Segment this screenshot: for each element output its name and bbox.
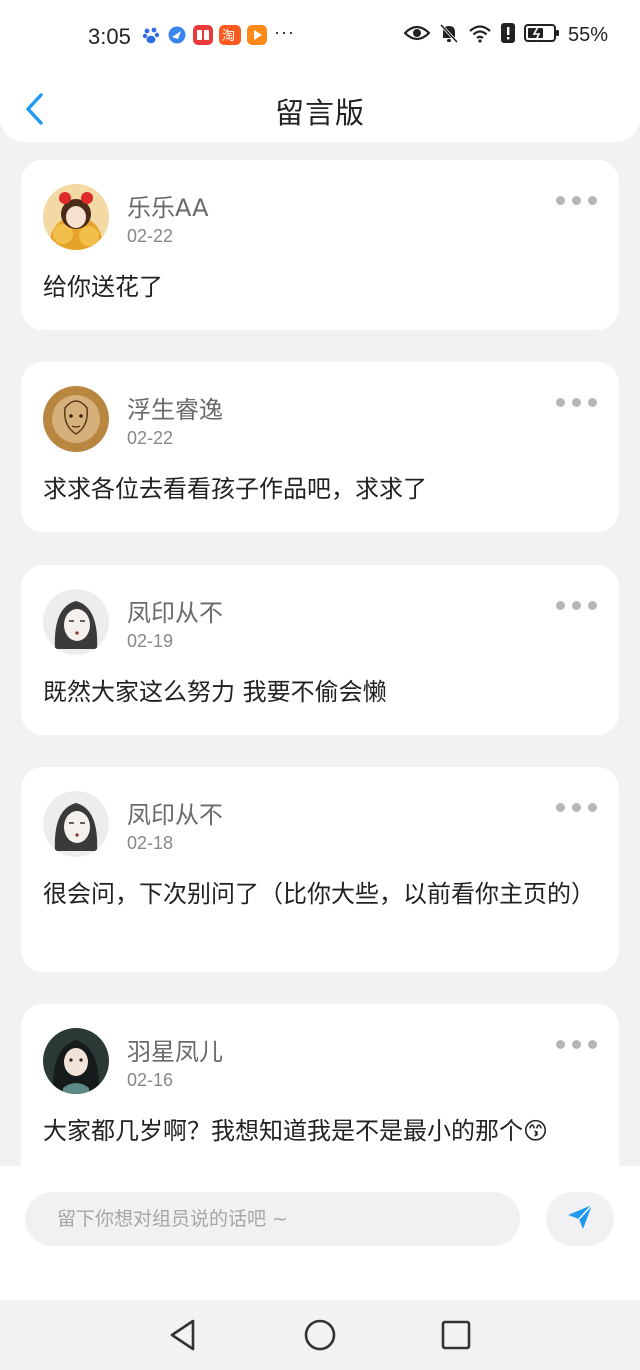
message-card: 凤印从不 02-18 很会问，下次别问了（比你大些，以前看你主页的） bbox=[21, 767, 619, 972]
alert-icon bbox=[500, 22, 516, 49]
more-options-icon[interactable] bbox=[556, 398, 597, 407]
send-icon bbox=[565, 1202, 595, 1236]
user-name[interactable]: 凤印从不 bbox=[127, 795, 223, 830]
battery-icon bbox=[523, 23, 560, 48]
avatar[interactable] bbox=[43, 386, 109, 452]
message-card: 羽星凤儿 02-16 大家都几岁啊？我想知道我是不是最小的那个😙 bbox=[21, 1004, 619, 1166]
message-text: 大家都几岁啊？我想知道我是不是最小的那个😙 bbox=[43, 1117, 549, 1145]
browser-icon bbox=[167, 25, 187, 45]
avatar[interactable] bbox=[43, 1028, 109, 1094]
system-nav-bar bbox=[0, 1300, 640, 1370]
system-icons: 55% bbox=[403, 22, 608, 49]
more-options-icon[interactable] bbox=[556, 601, 597, 610]
taobao-icon: 淘 bbox=[219, 25, 241, 45]
user-name[interactable]: 乐乐AA bbox=[127, 188, 209, 223]
message-text: 既然大家这么努力 我要不偷会懒 bbox=[43, 678, 387, 706]
message-text: 给你送花了 bbox=[43, 273, 163, 301]
avatar[interactable] bbox=[43, 791, 109, 857]
recents-square-icon[interactable] bbox=[440, 1319, 472, 1355]
message-text: 求求各位去看看孩子作品吧，求求了 bbox=[43, 475, 427, 503]
status-time: 3:05 bbox=[88, 24, 131, 49]
message-card: 凤印从不 02-19 既然大家这么努力 我要不偷会懒 bbox=[21, 565, 619, 735]
more-options-icon[interactable] bbox=[556, 803, 597, 812]
reader-icon bbox=[193, 25, 213, 45]
avatar[interactable] bbox=[43, 589, 109, 655]
message-input-bar bbox=[0, 1166, 640, 1300]
top-bar: 3:05 淘 ··· 55% 留言版 bbox=[0, 0, 640, 142]
video-icon bbox=[247, 25, 267, 45]
message-date: 02-18 bbox=[127, 833, 174, 853]
message-input[interactable] bbox=[25, 1192, 520, 1246]
baidu-icon bbox=[141, 25, 161, 45]
bell-muted-icon bbox=[438, 22, 460, 49]
more-options-icon[interactable] bbox=[556, 196, 597, 205]
message-card: 乐乐AA 02-22 给你送花了 bbox=[21, 160, 619, 330]
message-card: 浮生睿逸 02-22 求求各位去看看孩子作品吧，求求了 bbox=[21, 362, 619, 532]
message-date: 02-22 bbox=[127, 226, 174, 246]
battery-percent: 55% bbox=[567, 24, 608, 46]
status-bar: 3:05 淘 ··· 55% bbox=[0, 0, 640, 74]
message-date: 02-19 bbox=[127, 631, 174, 651]
more-notifications-icon: ··· bbox=[274, 22, 295, 42]
wifi-icon bbox=[468, 23, 492, 48]
back-triangle-icon[interactable] bbox=[168, 1318, 198, 1356]
page-header: 留言版 bbox=[0, 74, 640, 142]
user-name[interactable]: 凤印从不 bbox=[127, 593, 223, 628]
avatar[interactable] bbox=[43, 184, 109, 250]
svg-text:淘: 淘 bbox=[222, 29, 235, 44]
user-name[interactable]: 浮生睿逸 bbox=[127, 390, 223, 425]
more-options-icon[interactable] bbox=[556, 1040, 597, 1049]
message-text: 很会问，下次别问了（比你大些，以前看你主页的） bbox=[43, 880, 595, 908]
page-title: 留言版 bbox=[274, 96, 365, 130]
home-circle-icon[interactable] bbox=[303, 1318, 337, 1356]
user-name[interactable]: 羽星凤儿 bbox=[127, 1032, 223, 1067]
message-date: 02-22 bbox=[127, 428, 174, 448]
eye-icon bbox=[403, 23, 431, 48]
message-date: 02-16 bbox=[127, 1070, 174, 1090]
send-button[interactable] bbox=[546, 1192, 614, 1246]
